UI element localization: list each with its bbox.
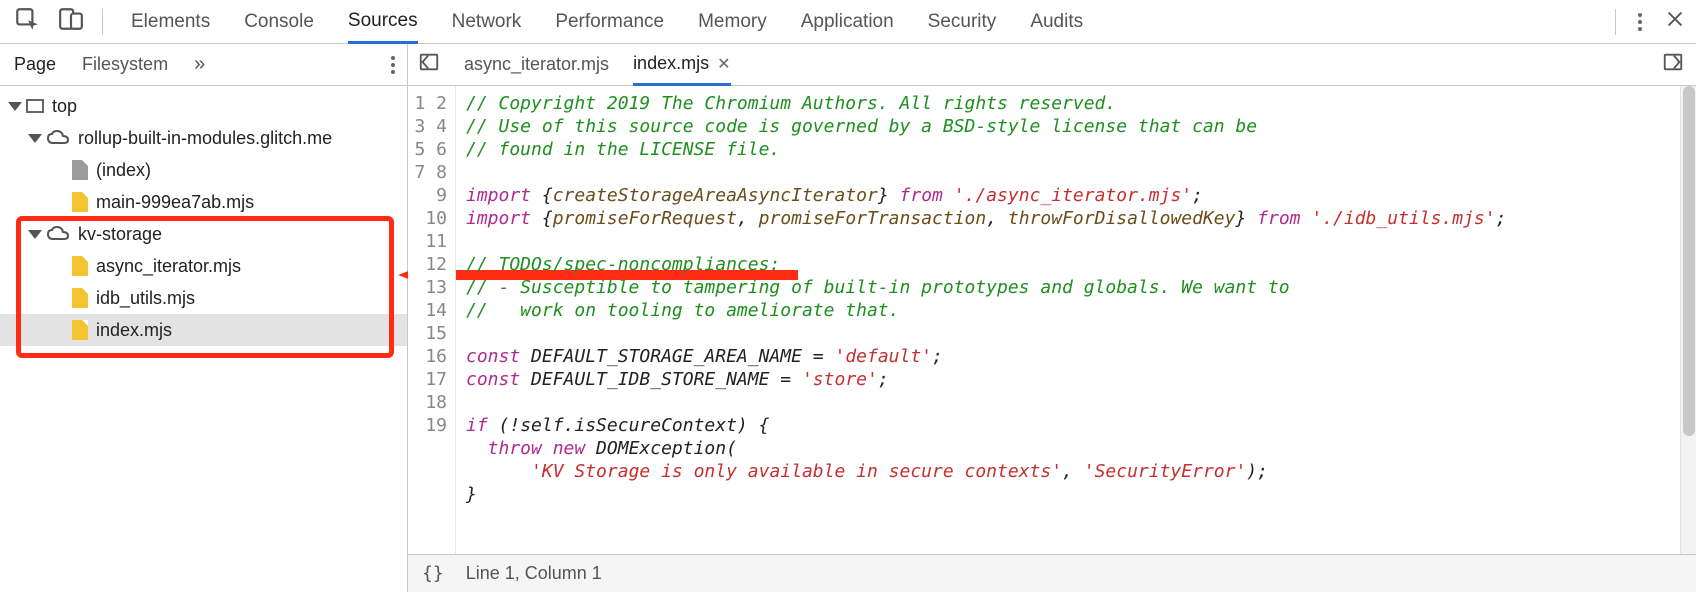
code-content[interactable]: // Copyright 2019 The Chromium Authors. … (456, 86, 1696, 554)
tree-item-kv-storage[interactable]: kv-storage (0, 218, 407, 250)
divider (102, 9, 103, 35)
divider (1615, 9, 1616, 35)
editor-panel: async_iterator.mjs index.mjs ✕ 1 2 3 4 5… (408, 44, 1696, 592)
frame-icon (26, 99, 44, 113)
editor-tab-index[interactable]: index.mjs ✕ (633, 45, 730, 86)
editor-tabs: async_iterator.mjs index.mjs ✕ (408, 44, 1696, 86)
scrollbar-thumb[interactable] (1683, 86, 1695, 436)
tab-network[interactable]: Network (452, 0, 522, 43)
kebab-menu-icon[interactable] (391, 56, 395, 74)
chevron-down-icon (28, 134, 42, 143)
tree-label: rollup-built-in-modules.glitch.me (78, 128, 332, 149)
tree-label: idb_utils.mjs (96, 288, 195, 309)
tab-elements[interactable]: Elements (131, 0, 210, 43)
device-toggle-icon[interactable] (58, 6, 84, 38)
tree-label: top (52, 96, 77, 117)
tab-memory[interactable]: Memory (698, 0, 767, 43)
editor-tab-async-iterator[interactable]: async_iterator.mjs (464, 44, 609, 85)
file-icon (72, 320, 88, 340)
cursor-position: Line 1, Column 1 (466, 563, 602, 584)
file-icon (72, 160, 88, 180)
close-icon[interactable]: ✕ (717, 54, 730, 74)
tree-label: index.mjs (96, 320, 172, 341)
chevron-down-icon (8, 102, 22, 111)
tree-item-top[interactable]: top (0, 90, 407, 122)
tree-item-file[interactable]: (index) (0, 154, 407, 186)
overflow-icon[interactable]: » (194, 53, 205, 76)
inspect-icon[interactable] (14, 6, 40, 38)
sources-navigator: Page Filesystem » top rollup-built-in-mo… (0, 44, 408, 592)
main: Page Filesystem » top rollup-built-in-mo… (0, 44, 1696, 592)
tree-label: (index) (96, 160, 151, 181)
cloud-icon (46, 130, 70, 146)
tree-label: main-999ea7ab.mjs (96, 192, 254, 213)
file-icon (72, 192, 88, 212)
tree-item-file[interactable]: idb_utils.mjs (0, 282, 407, 314)
kebab-menu-icon[interactable] (1638, 13, 1642, 31)
file-icon (72, 256, 88, 276)
editor-tab-label: async_iterator.mjs (464, 54, 609, 75)
navigator-tab-filesystem[interactable]: Filesystem (82, 54, 168, 75)
topbar-left-icons (14, 6, 103, 38)
tab-application[interactable]: Application (801, 0, 894, 43)
scrollbar[interactable] (1680, 86, 1696, 554)
navigator-toggle-icon[interactable] (418, 51, 440, 78)
devtools-topbar: Elements Console Sources Network Perform… (0, 0, 1696, 44)
navigator-tab-page[interactable]: Page (14, 54, 56, 75)
tab-performance[interactable]: Performance (555, 0, 664, 43)
close-icon[interactable] (1664, 8, 1686, 36)
tree-item-domain[interactable]: rollup-built-in-modules.glitch.me (0, 122, 407, 154)
tab-console[interactable]: Console (244, 0, 314, 43)
pretty-print-icon[interactable]: {} (422, 563, 444, 584)
navigator-tabs: Page Filesystem » (0, 44, 407, 86)
topbar-right-icons (1615, 8, 1688, 36)
code-editor[interactable]: 1 2 3 4 5 6 7 8 9 10 11 12 13 14 15 16 1… (408, 86, 1696, 554)
tab-audits[interactable]: Audits (1030, 0, 1083, 43)
tree-label: async_iterator.mjs (96, 256, 241, 277)
editor-tab-label: index.mjs (633, 53, 709, 74)
line-gutter: 1 2 3 4 5 6 7 8 9 10 11 12 13 14 15 16 1… (408, 86, 456, 554)
status-bar: {} Line 1, Column 1 (408, 554, 1696, 592)
file-tree: top rollup-built-in-modules.glitch.me (i… (0, 86, 407, 592)
devtools-panel-tabs: Elements Console Sources Network Perform… (131, 0, 1083, 43)
tree-item-file[interactable]: index.mjs (0, 314, 407, 346)
tab-security[interactable]: Security (928, 0, 997, 43)
debugger-toggle-icon[interactable] (1662, 51, 1684, 78)
tree-item-file[interactable]: main-999ea7ab.mjs (0, 186, 407, 218)
file-icon (72, 288, 88, 308)
cloud-icon (46, 226, 70, 242)
chevron-down-icon (28, 230, 42, 239)
tab-sources[interactable]: Sources (348, 1, 418, 44)
tree-label: kv-storage (78, 224, 162, 245)
tree-item-file[interactable]: async_iterator.mjs (0, 250, 407, 282)
